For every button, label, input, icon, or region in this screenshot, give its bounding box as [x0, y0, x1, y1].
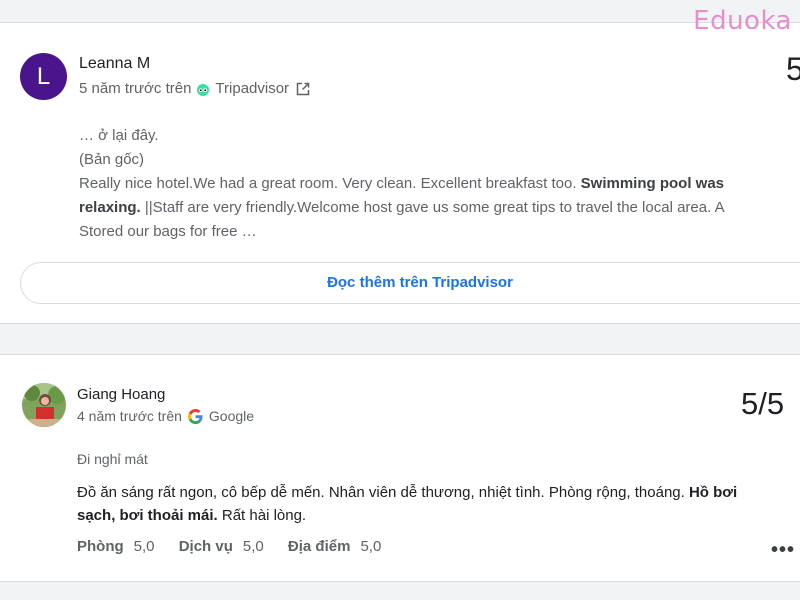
- category-ratings: Phòng 5,0 Dịch vụ 5,0 Địa điểm 5,0: [77, 538, 401, 555]
- review-text-line: … ở lại đây.: [79, 127, 159, 144]
- review-score: 5: [786, 51, 800, 88]
- review-source: Google: [208, 408, 255, 424]
- review-text-line: Stored our bags for free …: [79, 223, 257, 240]
- review-text-segment: ||Staff are very friendly.Welcome host g…: [140, 199, 725, 216]
- avatar[interactable]: L: [20, 53, 67, 100]
- page-background-gap: [0, 322, 800, 354]
- rating-value-service: 5,0: [242, 538, 264, 555]
- review-time: 4 năm trước trên: [77, 408, 182, 424]
- review-text-line: relaxing. ||Staff are very friendly.Welc…: [79, 196, 800, 220]
- page-background-bottom: [0, 580, 800, 600]
- review-text-highlight: Swimming pool was: [580, 175, 725, 192]
- read-more-tripadvisor-button[interactable]: Đọc thêm trên Tripadvisor: [20, 262, 800, 304]
- tripadvisor-icon: [197, 83, 210, 96]
- review-original-label: (Bản gốc): [79, 151, 145, 168]
- rating-label-service: Dịch vụ: [178, 538, 233, 555]
- review-source[interactable]: Tripadvisor: [215, 80, 289, 97]
- google-icon: [187, 408, 203, 424]
- review-text-segment: Really nice hotel.We had a great room. V…: [79, 175, 581, 192]
- review-text-segment: Rất hài lòng.: [217, 507, 307, 524]
- review-time: 5 năm trước trên: [79, 80, 192, 97]
- rating-value-location: 5,0: [360, 538, 382, 555]
- review-text: Đồ ăn sáng rất ngon, cô bếp dễ mến. Nhân…: [77, 481, 747, 527]
- review-card-giang: Giang Hoang 4 năm trước trên Google 5/5 …: [0, 354, 800, 582]
- review-text-highlight: relaxing.: [79, 199, 141, 216]
- review-meta: 4 năm trước trên Google: [77, 408, 254, 424]
- reviewer-name[interactable]: Leanna M: [79, 55, 150, 73]
- rating-label-room: Phòng: [77, 538, 124, 555]
- rating-value-room: 5,0: [133, 538, 155, 555]
- review-score: 5/5: [741, 386, 785, 421]
- review-meta: 5 năm trước trên Tripadvisor: [79, 80, 311, 97]
- trip-type: Đi nghỉ mát: [77, 451, 148, 467]
- more-options-button[interactable]: •••: [771, 539, 795, 562]
- review-text-line: Really nice hotel.We had a great room. V…: [79, 172, 800, 196]
- rating-label-location: Địa điểm: [287, 538, 351, 555]
- review-text: … ở lại đây. (Bản gốc) Really nice hotel…: [79, 124, 800, 244]
- avatar[interactable]: [22, 383, 66, 427]
- open-in-new-icon[interactable]: [295, 81, 311, 97]
- review-text-segment: Đồ ăn sáng rất ngon, cô bếp dễ mến. Nhân…: [77, 484, 689, 501]
- eduoka-watermark: Eduoka: [693, 6, 792, 36]
- page-background-top: [0, 0, 800, 22]
- review-card-leanna: L Leanna M 5 năm trước trên Tripadvisor …: [0, 22, 800, 324]
- reviewer-name[interactable]: Giang Hoang: [77, 386, 165, 403]
